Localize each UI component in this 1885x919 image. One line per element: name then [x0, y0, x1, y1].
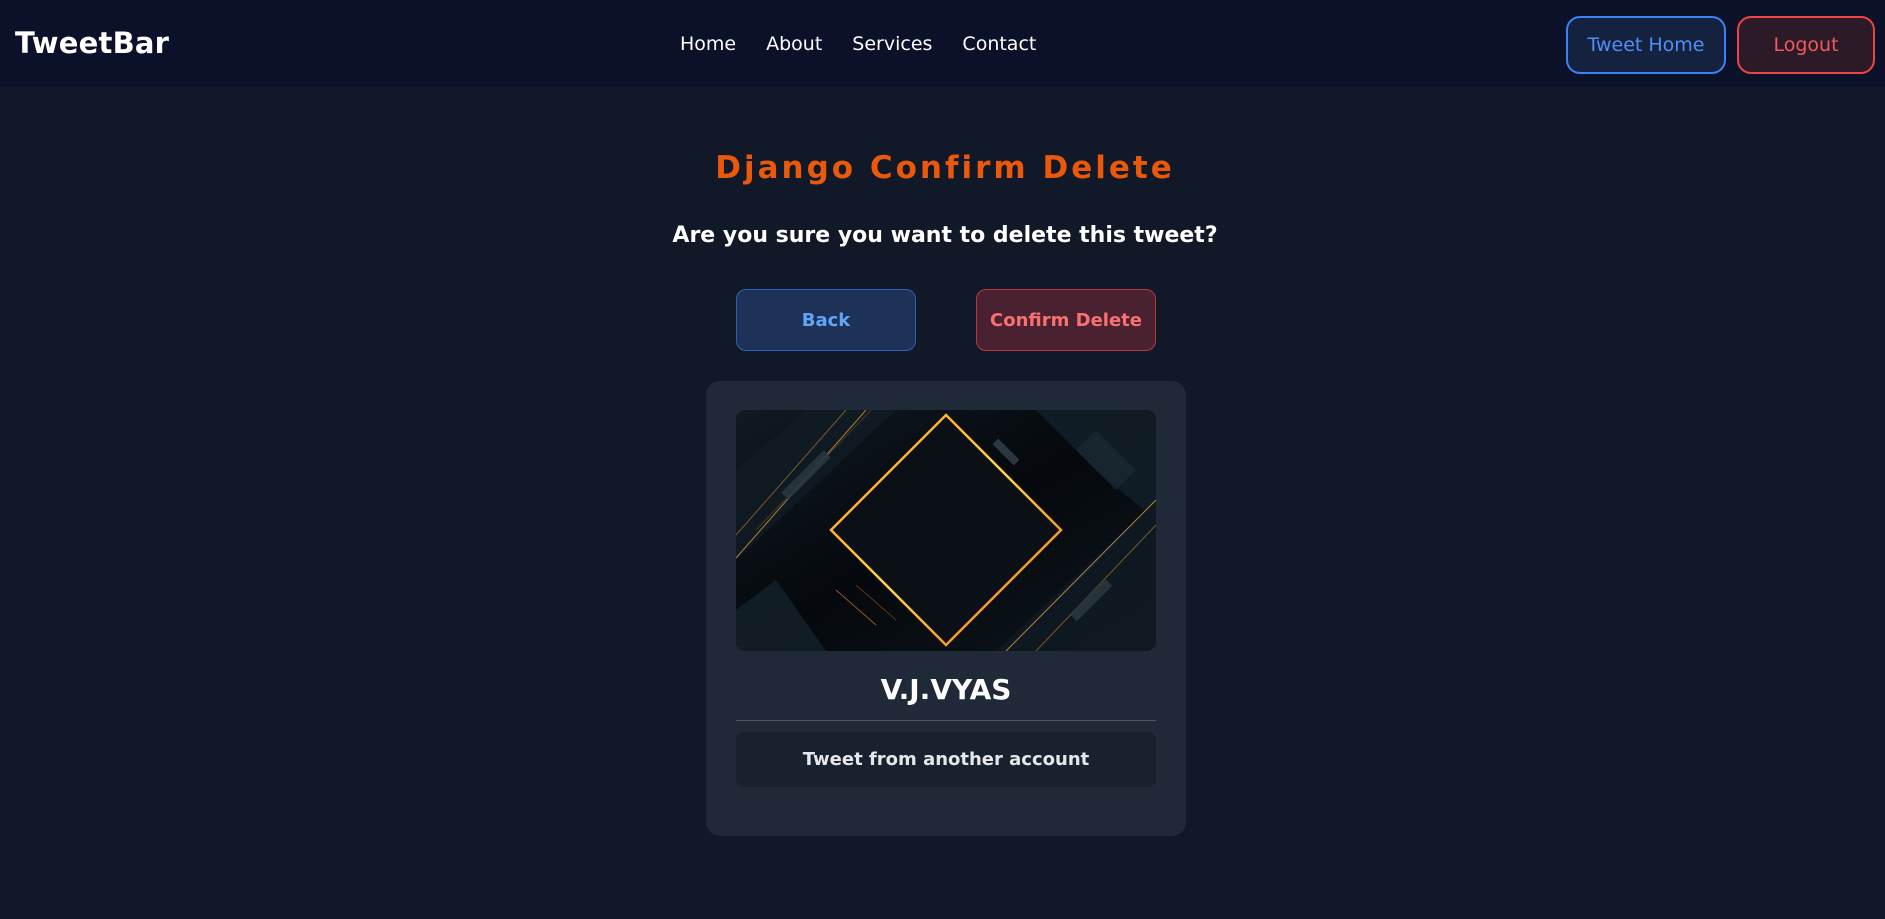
tweet-home-button[interactable]: Tweet Home — [1566, 16, 1726, 74]
page-title: Django Confirm Delete — [715, 150, 1175, 186]
card-divider — [736, 720, 1156, 721]
navbar: TweetBar Home About Services Contact Twe… — [0, 0, 1885, 88]
nav-links: Home About Services Contact — [680, 33, 1066, 55]
confirm-delete-button[interactable]: Confirm Delete — [976, 289, 1156, 351]
nav-link-home[interactable]: Home — [680, 33, 736, 55]
tweet-card: V.J.VYAS Tweet from another account — [706, 381, 1186, 836]
tweet-username: V.J.VYAS — [880, 673, 1012, 706]
back-button[interactable]: Back — [736, 289, 916, 351]
confirm-question: Are you sure you want to delete this twe… — [672, 223, 1218, 248]
brand-logo[interactable]: TweetBar — [15, 26, 169, 60]
tweet-text: Tweet from another account — [736, 732, 1156, 787]
nav-link-services[interactable]: Services — [852, 33, 932, 55]
tweet-image — [736, 410, 1156, 651]
nav-link-about[interactable]: About — [766, 33, 822, 55]
abstract-diamond-image — [736, 410, 1156, 651]
logout-button[interactable]: Logout — [1737, 16, 1875, 74]
nav-link-contact[interactable]: Contact — [962, 33, 1036, 55]
